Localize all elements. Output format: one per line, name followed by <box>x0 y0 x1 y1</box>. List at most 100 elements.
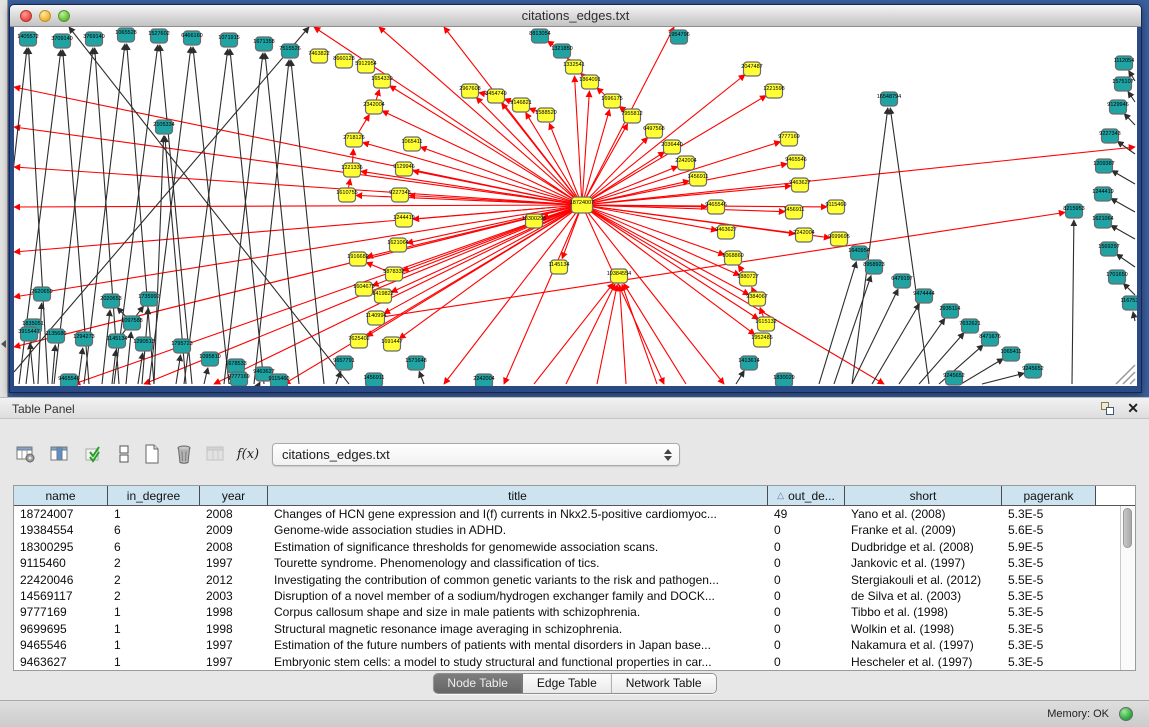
cell-in-degree[interactable]: 1 <box>108 654 200 670</box>
cell-pagerank[interactable]: 5.3E-5 <box>1002 506 1096 522</box>
graph-edge[interactable] <box>1116 254 1135 267</box>
cell-year[interactable]: 1997 <box>200 654 268 670</box>
function-builder-icon[interactable]: f(x) <box>234 440 262 468</box>
cell-title[interactable]: Genome-wide association studies in ADHD. <box>268 522 768 538</box>
graph-edge[interactable] <box>14 205 582 297</box>
network-view-window[interactable]: citations_edges.txt 14055723709140376914… <box>9 4 1142 393</box>
delete-column-icon[interactable] <box>170 440 198 468</box>
cell-out-degree[interactable]: 0 <box>768 522 845 538</box>
graph-edge[interactable] <box>154 136 164 384</box>
graph-edge[interactable] <box>160 45 192 384</box>
tab-network-table[interactable]: Network Table <box>612 674 716 693</box>
cell-name[interactable]: 18300295 <box>14 539 108 555</box>
cell-title[interactable]: Tourette syndrome. Phenomenology and cla… <box>268 555 768 571</box>
graph-edge[interactable] <box>549 123 582 205</box>
cell-pagerank[interactable]: 5.3E-5 <box>1002 604 1096 620</box>
cell-title[interactable]: Estimation of the future numbers of pati… <box>268 637 768 653</box>
cell-short[interactable]: Yano et al. (2008) <box>845 506 1002 522</box>
create-column-icon[interactable] <box>138 440 166 468</box>
graph-edge[interactable] <box>184 49 228 384</box>
graph-edge[interactable] <box>259 382 260 384</box>
cell-pagerank[interactable]: 5.5E-5 <box>1002 572 1096 588</box>
cell-out-degree[interactable]: 0 <box>768 637 845 653</box>
cell-in-degree[interactable]: 1 <box>108 506 200 522</box>
toggle-rows-icon[interactable] <box>110 440 138 468</box>
cell-name[interactable]: 9777169 <box>14 604 108 620</box>
cell-title[interactable]: Disruption of a novel member of a sodium… <box>268 588 768 604</box>
graph-edge[interactable] <box>582 166 678 205</box>
tab-node-table[interactable]: Node Table <box>433 674 523 693</box>
table-row[interactable]: 1830029562008Estimation of significance … <box>14 539 1135 555</box>
cell-pagerank[interactable]: 5.6E-5 <box>1002 522 1096 538</box>
table-row[interactable]: 977716911998Corpus callosum shape and si… <box>14 604 1135 620</box>
table-row[interactable]: 911546021997Tourette syndrome. Phenomeno… <box>14 555 1135 571</box>
graph-edge[interactable] <box>1111 198 1135 212</box>
table-row[interactable]: 969969511998Structural magnetic resonanc… <box>14 621 1135 637</box>
graph-edge[interactable] <box>112 350 116 384</box>
graph-edge[interactable] <box>1072 220 1074 384</box>
expand-panel-arrow-icon[interactable] <box>1 340 6 348</box>
cell-name[interactable]: 9115460 <box>14 555 108 571</box>
graph-edge[interactable] <box>582 91 589 205</box>
cell-short[interactable]: Stergiakouli et al. (2012) <box>845 572 1002 588</box>
table-row[interactable]: 2242004622012Investigating the contribut… <box>14 572 1135 588</box>
window-resize-grip[interactable] <box>1130 379 1135 384</box>
graph-edge[interactable] <box>419 371 424 384</box>
cell-name[interactable]: 9699695 <box>14 621 108 637</box>
cell-name[interactable]: 9463627 <box>14 654 108 670</box>
cell-title[interactable]: Estimation of significance thresholds fo… <box>268 539 768 555</box>
graph-edge[interactable] <box>193 47 229 384</box>
graph-edge[interactable] <box>982 373 1024 384</box>
cell-in-degree[interactable]: 1 <box>108 621 200 637</box>
cell-in-degree[interactable]: 1 <box>108 604 200 620</box>
cell-title[interactable]: Changes of HCN gene expression and I(f) … <box>268 506 768 522</box>
graph-edge[interactable] <box>14 127 582 205</box>
cell-short[interactable]: Wolkin et al. (1998) <box>845 621 1002 637</box>
cell-in-degree[interactable]: 6 <box>108 522 200 538</box>
column-header-pagerank[interactable]: pagerank <box>1002 486 1096 505</box>
graph-edge[interactable] <box>1111 225 1135 239</box>
cell-name[interactable]: 18724007 <box>14 506 108 522</box>
cell-year[interactable]: 2003 <box>200 588 268 604</box>
cell-short[interactable]: Jankovic et al. (1997) <box>845 555 1002 571</box>
graph-edge[interactable] <box>14 167 582 205</box>
cell-out-degree[interactable]: 0 <box>768 654 845 670</box>
cell-name[interactable]: 22420046 <box>14 572 108 588</box>
graph-edge[interactable] <box>224 53 263 384</box>
cell-pagerank[interactable]: 5.3E-5 <box>1002 555 1096 571</box>
graph-edge[interactable] <box>582 205 724 384</box>
show-columns-icon[interactable] <box>46 440 74 468</box>
cell-pagerank[interactable]: 5.3E-5 <box>1002 621 1096 637</box>
graph-edge[interactable] <box>852 289 898 384</box>
cell-year[interactable]: 2012 <box>200 572 268 588</box>
graph-edge[interactable] <box>14 205 582 347</box>
graph-edge[interactable] <box>1133 312 1135 321</box>
cell-short[interactable]: de Silva et al. (2003) <box>845 588 1002 604</box>
close-panel-icon[interactable]: ✕ <box>1127 400 1139 417</box>
graph-edge[interactable] <box>14 205 582 252</box>
cell-title[interactable]: Structural magnetic resonance image aver… <box>268 621 768 637</box>
network-graph[interactable]: 1405572370914037691401065528152760264661… <box>14 27 1137 386</box>
cell-short[interactable]: Franke et al. (2009) <box>845 522 1002 538</box>
cell-out-degree[interactable]: 49 <box>768 506 845 522</box>
graph-edge[interactable] <box>114 45 158 384</box>
graph-edge[interactable] <box>872 304 919 384</box>
table-row[interactable]: 1456911722003Disruption of a novel membe… <box>14 588 1135 604</box>
graph-edge[interactable] <box>834 276 871 384</box>
column-header-title[interactable]: title <box>268 486 768 505</box>
cell-short[interactable]: Dudbridge et al. (2008) <box>845 539 1002 555</box>
control-panel-collapsed-strip[interactable] <box>0 0 8 397</box>
cell-title[interactable]: Embryonic stem cells: a model to study s… <box>268 654 768 670</box>
cell-title[interactable]: Corpus callosum shape and size in male p… <box>268 604 768 620</box>
cell-short[interactable]: Tibbo et al. (1998) <box>845 604 1002 620</box>
table-row[interactable]: 1938455462009Genome-wide association stu… <box>14 522 1135 538</box>
graph-edge[interactable] <box>265 53 299 384</box>
table-row[interactable]: 946362711997Embryonic stem cells: a mode… <box>14 654 1135 670</box>
cell-year[interactable]: 2008 <box>200 539 268 555</box>
cell-pagerank[interactable]: 5.3E-5 <box>1002 588 1096 604</box>
column-header-out-degree[interactable]: △out_de... <box>768 486 845 505</box>
cell-in-degree[interactable]: 2 <box>108 588 200 604</box>
cell-pagerank[interactable]: 5.3E-5 <box>1002 637 1096 653</box>
cell-out-degree[interactable]: 0 <box>768 588 845 604</box>
network-canvas[interactable]: 1405572370914037691401065528152760264661… <box>14 27 1137 386</box>
